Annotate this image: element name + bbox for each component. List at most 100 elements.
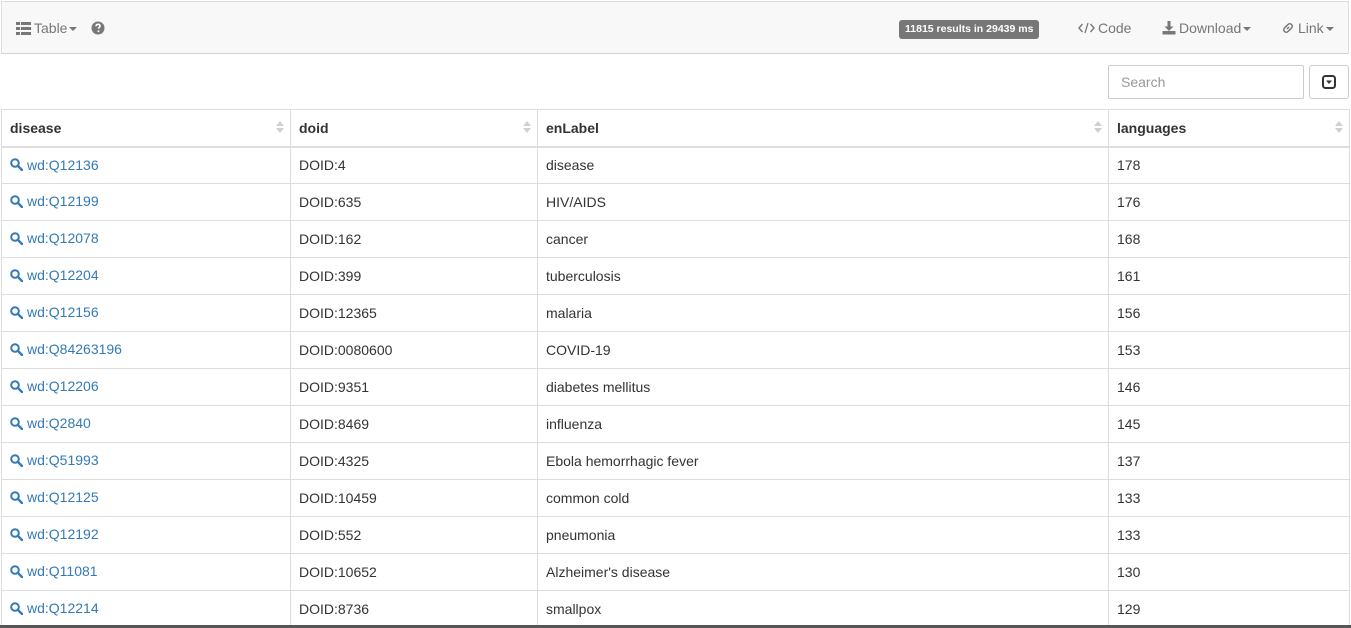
cell-doid: DOID:0080600: [290, 331, 538, 369]
disease-id: wd:Q51993: [27, 452, 99, 469]
column-header-label: doid: [299, 119, 329, 136]
table-header-row: disease doid enLabel languages: [1, 109, 1350, 148]
cell-enlabel: malaria: [537, 294, 1109, 332]
cell-disease: wd:Q12078: [1, 220, 291, 258]
cell-doid: DOID:4: [290, 146, 538, 184]
cell-languages: 178: [1108, 146, 1350, 184]
view-mode-dropdown[interactable]: Table: [16, 2, 78, 54]
disease-id: wd:Q12204: [27, 267, 99, 284]
cell-languages: 133: [1108, 516, 1350, 554]
table-row: wd:Q12199 DOID:635 HIV/AIDS 176: [1, 183, 1350, 221]
chevron-down-icon: [69, 27, 78, 31]
code-button[interactable]: Code: [1078, 2, 1131, 54]
cell-enlabel: influenza: [537, 405, 1109, 443]
cell-disease: wd:Q51993: [1, 442, 291, 480]
cell-enlabel: COVID-19: [537, 331, 1109, 369]
table-row: wd:Q12214 DOID:8736 smallpox 129: [1, 590, 1350, 628]
search-icon: [10, 416, 23, 430]
column-header-disease[interactable]: disease: [1, 109, 291, 148]
disease-id: wd:Q84263196: [27, 341, 122, 358]
disease-link[interactable]: wd:Q12156: [10, 304, 99, 320]
disease-link[interactable]: wd:Q12214: [10, 600, 99, 616]
cell-disease: wd:Q12199: [1, 183, 291, 221]
cell-enlabel: pneumonia: [537, 516, 1109, 554]
table-row: wd:Q12192 DOID:552 pneumonia 133: [1, 516, 1350, 554]
disease-link[interactable]: wd:Q12136: [10, 157, 99, 173]
search-icon: [10, 305, 23, 319]
table-row: wd:Q84263196 DOID:0080600 COVID-19 153: [1, 331, 1350, 369]
column-toggle-button[interactable]: [1309, 65, 1349, 99]
cell-disease: wd:Q12204: [1, 257, 291, 295]
table-row: wd:Q2840 DOID:8469 influenza 145: [1, 405, 1350, 443]
search-icon: [10, 564, 23, 578]
table-row: wd:Q12125 DOID:10459 common cold 133: [1, 479, 1350, 517]
cell-enlabel: diabetes mellitus: [537, 368, 1109, 406]
cell-enlabel: Ebola hemorrhagic fever: [537, 442, 1109, 480]
disease-link[interactable]: wd:Q12206: [10, 378, 99, 394]
results-table: disease doid enLabel languages wd:Q12136…: [1, 109, 1350, 628]
cell-enlabel: cancer: [537, 220, 1109, 258]
cell-doid: DOID:162: [290, 220, 538, 258]
search-icon: [10, 231, 23, 245]
cell-disease: wd:Q12206: [1, 368, 291, 406]
column-header-languages[interactable]: languages: [1108, 109, 1350, 148]
column-header-enlabel[interactable]: enLabel: [537, 109, 1109, 148]
search-icon: [10, 379, 23, 393]
search-icon: [10, 490, 23, 504]
disease-id: wd:Q12078: [27, 230, 99, 247]
disease-link[interactable]: wd:Q12199: [10, 193, 99, 209]
cell-enlabel: HIV/AIDS: [537, 183, 1109, 221]
disease-link[interactable]: wd:Q11081: [10, 563, 98, 579]
link-icon: [1283, 23, 1293, 33]
search-icon: [10, 601, 23, 615]
cell-disease: wd:Q2840: [1, 405, 291, 443]
disease-id: wd:Q12192: [27, 526, 99, 543]
disease-id: wd:Q12214: [27, 600, 99, 617]
disease-link[interactable]: wd:Q12078: [10, 230, 99, 246]
disease-link[interactable]: wd:Q51993: [10, 452, 99, 468]
code-label: Code: [1098, 20, 1132, 36]
cell-languages: 145: [1108, 405, 1350, 443]
cell-disease: wd:Q11081: [1, 553, 291, 591]
help-button[interactable]: [91, 2, 105, 54]
disease-id: wd:Q2840: [27, 415, 91, 432]
disease-id: wd:Q12136: [27, 156, 99, 173]
disease-link[interactable]: wd:Q84263196: [10, 341, 122, 357]
cell-languages: 168: [1108, 220, 1350, 258]
cell-doid: DOID:10652: [290, 553, 538, 591]
cell-disease: wd:Q12125: [1, 479, 291, 517]
download-dropdown[interactable]: Download: [1162, 2, 1252, 54]
cell-doid: DOID:8736: [290, 590, 538, 628]
cell-languages: 129: [1108, 590, 1350, 628]
table-row: wd:Q12156 DOID:12365 malaria 156: [1, 294, 1350, 332]
download-label: Download: [1179, 20, 1242, 36]
view-mode-label: Table: [34, 20, 68, 36]
search-input[interactable]: [1108, 65, 1304, 99]
link-label: Link: [1298, 20, 1324, 36]
disease-link[interactable]: wd:Q12204: [10, 267, 99, 283]
cell-enlabel: Alzheimer's disease: [537, 553, 1109, 591]
column-header-label: languages: [1117, 119, 1187, 136]
cell-doid: DOID:552: [290, 516, 538, 554]
cell-disease: wd:Q12136: [1, 146, 291, 184]
column-header-doid[interactable]: doid: [290, 109, 538, 148]
code-icon: [1078, 22, 1095, 34]
disease-link[interactable]: wd:Q2840: [10, 415, 91, 431]
disease-id: wd:Q11081: [27, 563, 98, 580]
sort-icon: [1094, 121, 1102, 137]
cell-disease: wd:Q12192: [1, 516, 291, 554]
cell-disease: wd:Q84263196: [1, 331, 291, 369]
disease-id: wd:Q12206: [27, 378, 99, 395]
cell-doid: DOID:8469: [290, 405, 538, 443]
disease-link[interactable]: wd:Q12125: [10, 489, 99, 505]
table-row: wd:Q12078 DOID:162 cancer 168: [1, 220, 1350, 258]
table-row: wd:Q51993 DOID:4325 Ebola hemorrhagic feve…: [1, 442, 1350, 480]
cell-languages: 130: [1108, 553, 1350, 591]
table-row: wd:Q12206 DOID:9351 diabetes mellitus 146: [1, 368, 1350, 406]
cell-enlabel: common cold: [537, 479, 1109, 517]
download-icon: [1162, 21, 1176, 35]
disease-link[interactable]: wd:Q12192: [10, 526, 99, 542]
link-dropdown[interactable]: Link: [1281, 2, 1334, 54]
cell-doid: DOID:399: [290, 257, 538, 295]
cell-doid: DOID:12365: [290, 294, 538, 332]
